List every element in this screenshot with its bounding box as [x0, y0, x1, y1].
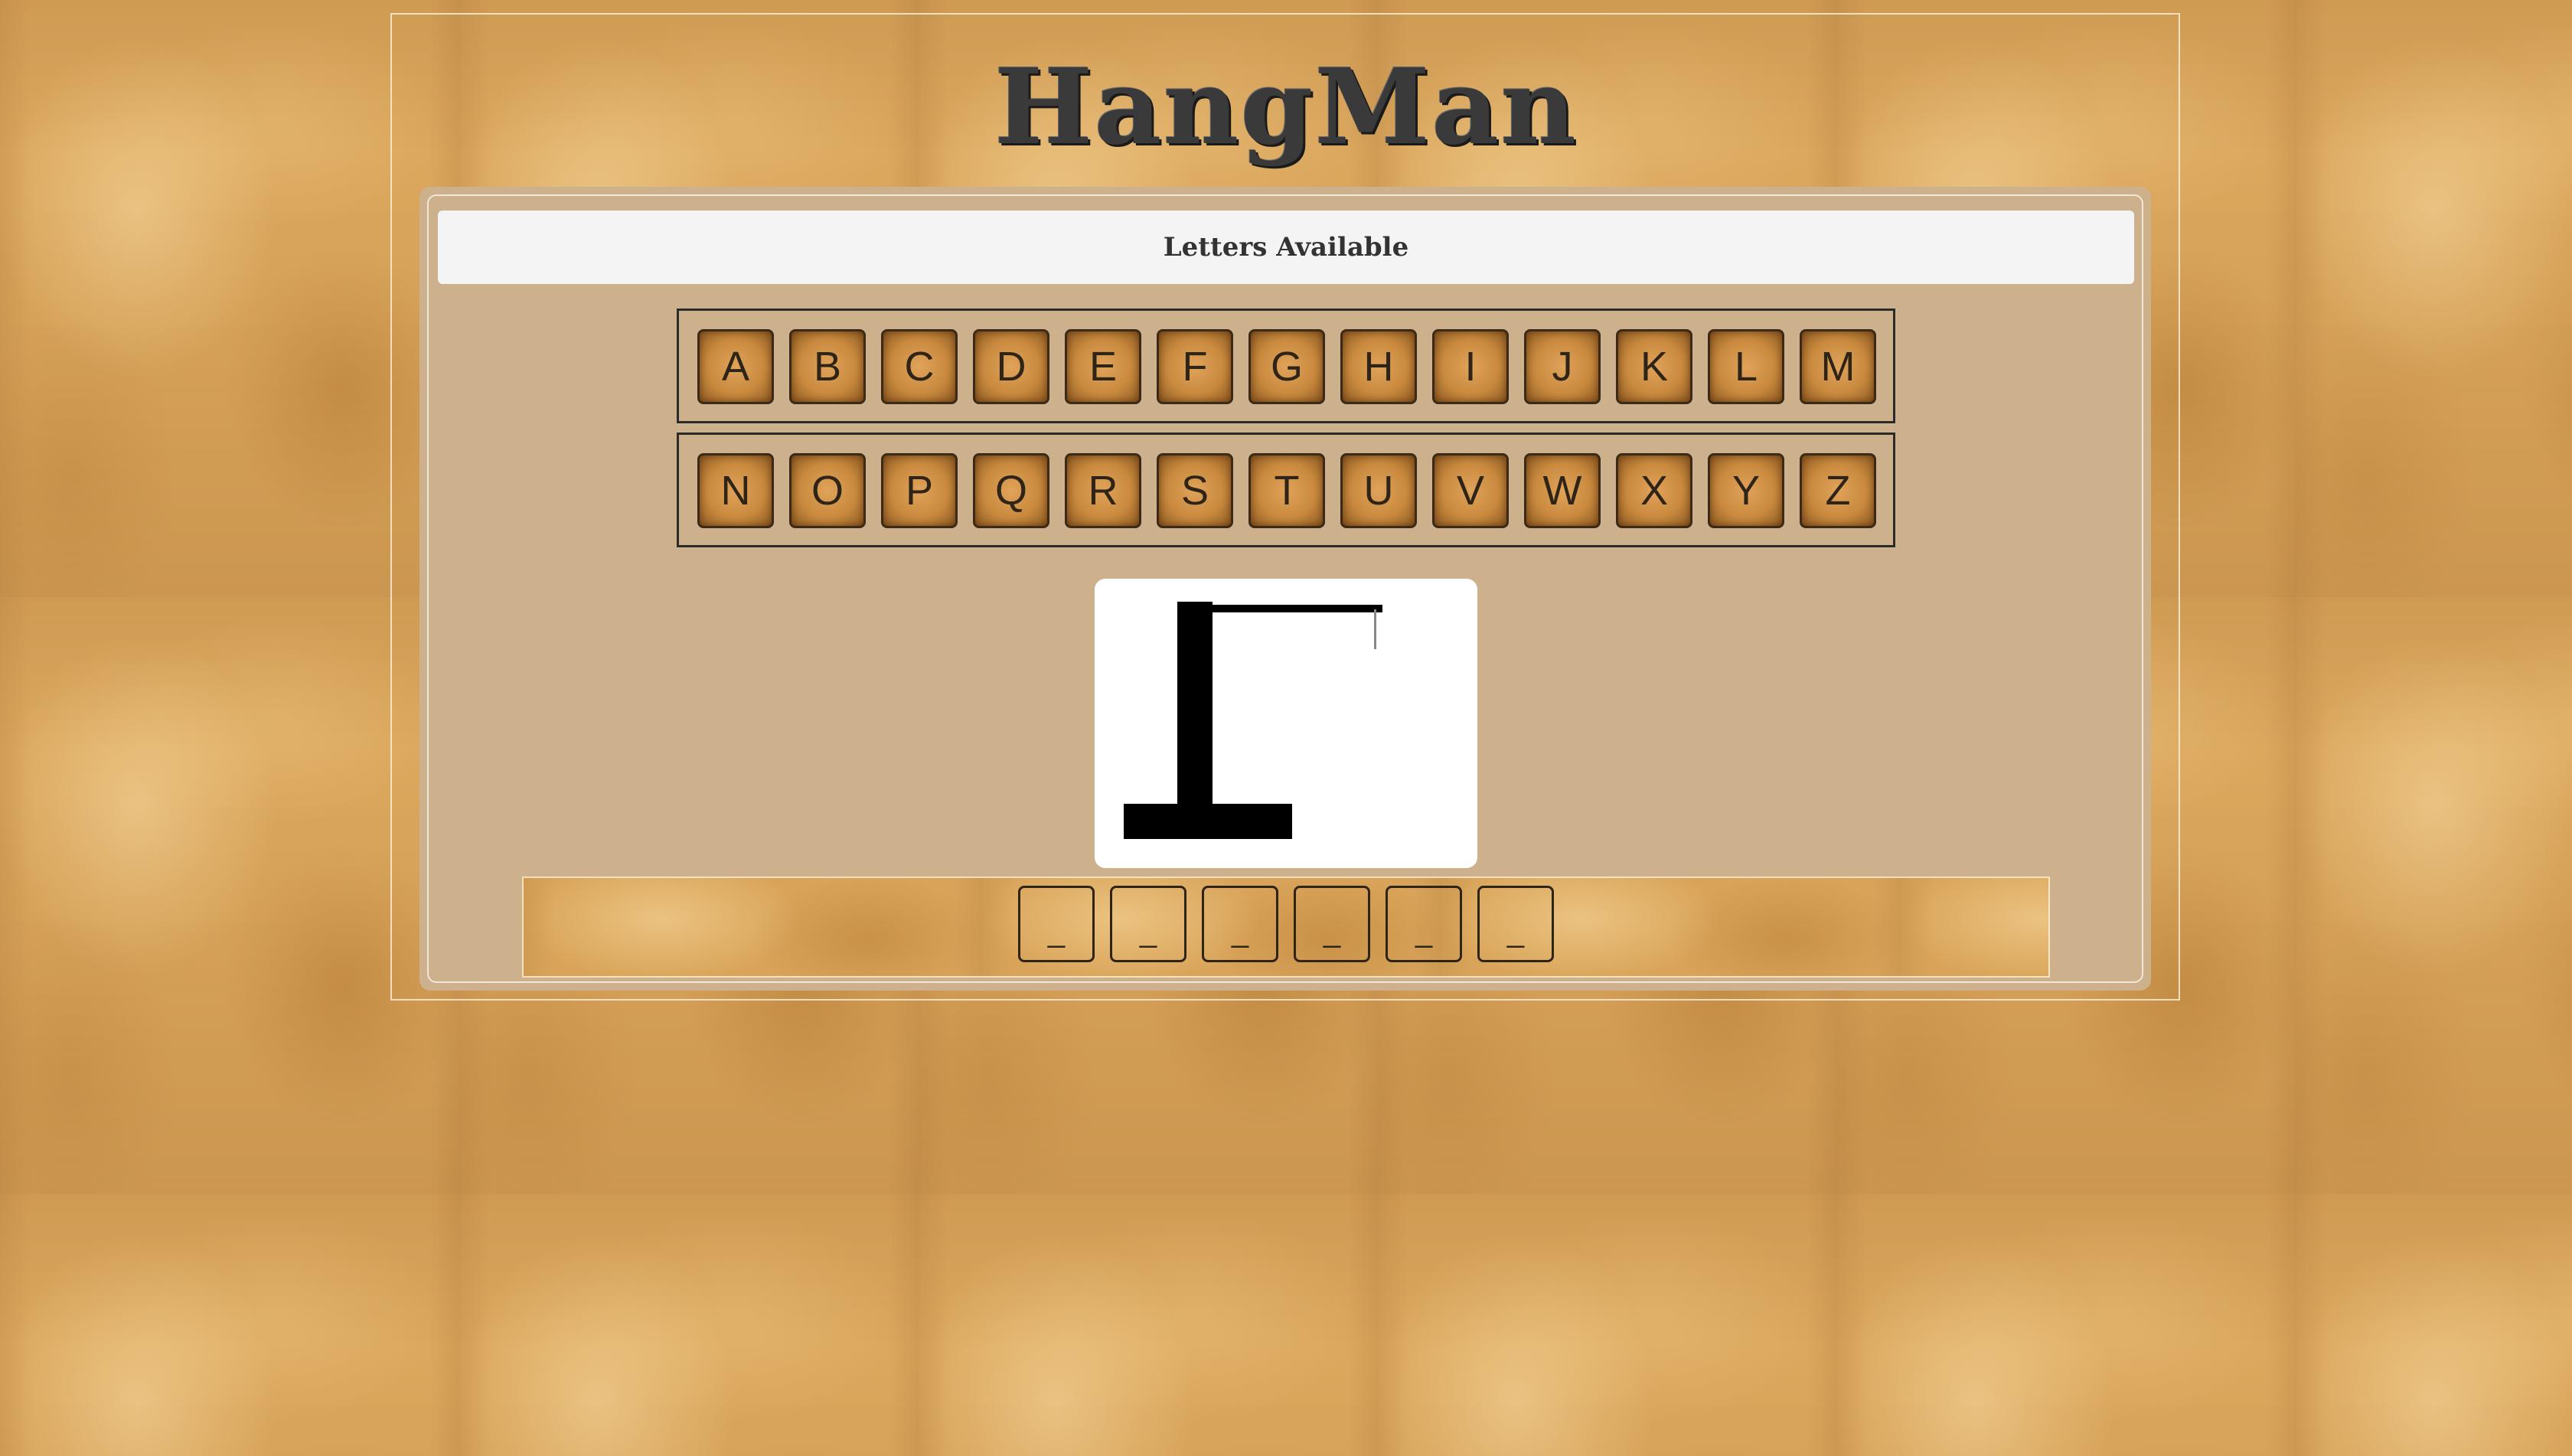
gallows-post: [1177, 602, 1213, 824]
letter-button-a[interactable]: A: [697, 329, 774, 404]
letter-button-p[interactable]: P: [881, 453, 958, 528]
letters-available-header: Letters Available: [438, 211, 2134, 284]
letter-row-1: A B C D E F G H I J K L M: [677, 309, 1895, 423]
word-slot: _: [1018, 886, 1095, 962]
letter-row-2: N O P Q R S T U V W X Y Z: [677, 433, 1895, 547]
letter-button-g[interactable]: G: [1248, 329, 1325, 404]
letter-button-r[interactable]: R: [1065, 453, 1141, 528]
letter-button-w[interactable]: W: [1524, 453, 1601, 528]
letter-button-h[interactable]: H: [1340, 329, 1417, 404]
letter-button-u[interactable]: U: [1340, 453, 1417, 528]
word-slot: _: [1477, 886, 1554, 962]
letter-button-x[interactable]: X: [1616, 453, 1692, 528]
letter-button-j[interactable]: J: [1524, 329, 1601, 404]
letter-button-d[interactable]: D: [973, 329, 1049, 404]
gallows-rope: [1374, 609, 1376, 649]
word-slot: _: [1294, 886, 1370, 962]
letter-button-c[interactable]: C: [881, 329, 958, 404]
word-area: [522, 877, 2050, 978]
letter-button-t[interactable]: T: [1248, 453, 1325, 528]
letter-button-s[interactable]: S: [1157, 453, 1233, 528]
letter-button-v[interactable]: V: [1432, 453, 1509, 528]
word-slot: _: [1386, 886, 1462, 962]
letter-button-o[interactable]: O: [789, 453, 866, 528]
word-slot: _: [1202, 886, 1278, 962]
letter-button-l[interactable]: L: [1708, 329, 1784, 404]
letter-button-e[interactable]: E: [1065, 329, 1141, 404]
letter-button-b[interactable]: B: [789, 329, 866, 404]
gallows-beam: [1209, 605, 1382, 612]
letter-button-y[interactable]: Y: [1708, 453, 1784, 528]
letter-button-f[interactable]: F: [1157, 329, 1233, 404]
game-title: HangMan: [994, 46, 1578, 168]
gallows-drawing: [1124, 602, 1382, 839]
letter-button-i[interactable]: I: [1432, 329, 1509, 404]
letter-button-q[interactable]: Q: [973, 453, 1049, 528]
word-slot: _: [1110, 886, 1186, 962]
letter-button-m[interactable]: M: [1800, 329, 1876, 404]
letter-button-n[interactable]: N: [697, 453, 774, 528]
letter-button-z[interactable]: Z: [1800, 453, 1876, 528]
letter-button-k[interactable]: K: [1616, 329, 1692, 404]
hangman-canvas: [1095, 579, 1477, 868]
